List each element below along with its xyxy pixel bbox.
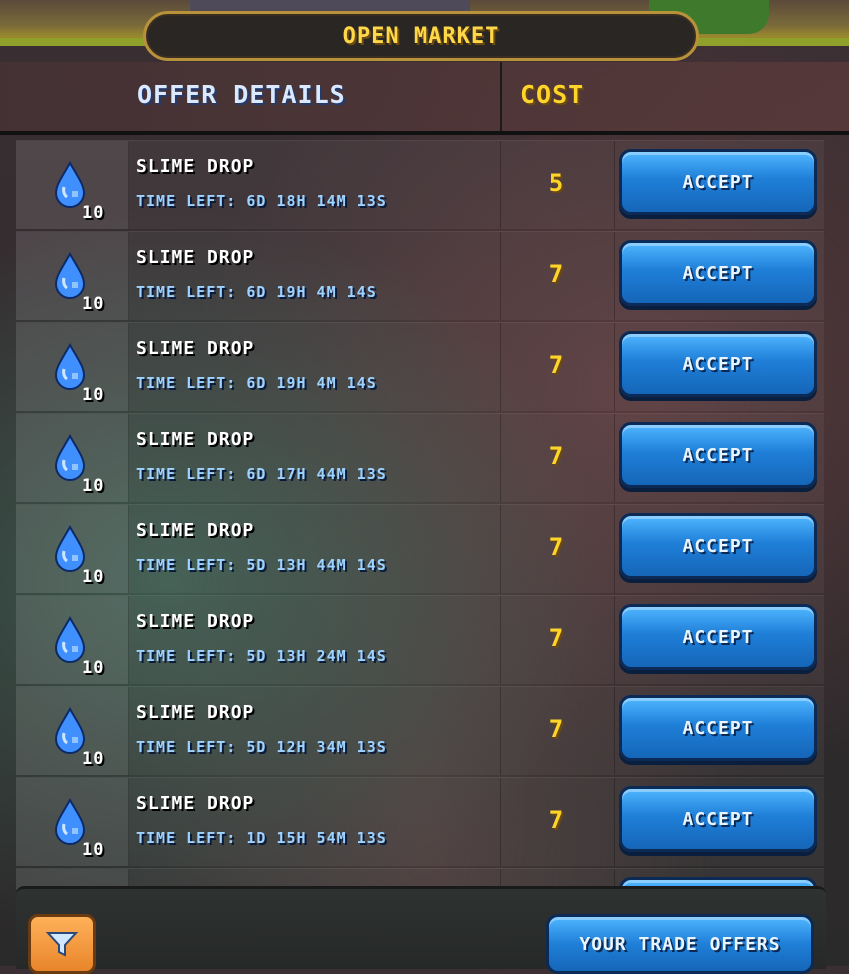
item-name: SLIME DROP <box>136 156 255 177</box>
accept-button[interactable]: ACCEPT <box>619 240 817 306</box>
item-quantity: 10 <box>82 749 105 769</box>
page-title: OPEN MARKET <box>342 23 500 49</box>
item-cost: 5 <box>548 169 565 197</box>
time-left: TIME LEFT: 6D 18H 14M 13S <box>136 192 387 210</box>
accept-label: ACCEPT <box>682 535 754 557</box>
item-name: SLIME DROP <box>136 793 255 814</box>
slime-drop-icon <box>54 252 86 299</box>
your-trade-offers-label: YOUR TRADE OFFERS <box>579 933 781 955</box>
item-name: SLIME DROP <box>136 247 255 268</box>
item-name: SLIME DROP <box>136 429 255 450</box>
accept-button[interactable]: ACCEPT <box>619 786 817 852</box>
slime-drop-icon <box>54 343 86 390</box>
item-cost: 7 <box>548 260 565 288</box>
item-icon-cell: 10 <box>16 687 129 775</box>
slime-drop-icon <box>54 798 86 845</box>
market-title-banner: OPEN MARKET <box>143 11 699 61</box>
filter-funnel-icon <box>45 932 79 957</box>
item-icon-cell: 10 <box>16 414 129 502</box>
slime-drop-icon <box>54 161 86 208</box>
accept-button[interactable]: ACCEPT <box>619 149 817 215</box>
accept-button[interactable]: ACCEPT <box>619 513 817 579</box>
accept-label: ACCEPT <box>682 444 754 466</box>
item-cost: 7 <box>548 624 565 652</box>
item-quantity: 10 <box>82 476 105 496</box>
slime-drop-icon <box>54 525 86 572</box>
item-name: SLIME DROP <box>136 520 255 541</box>
offer-row: 10 SLIME DROP TIME LEFT: 5D 13H 24M 14S … <box>16 595 824 684</box>
list-header: OFFER DETAILS COST <box>0 62 849 132</box>
item-icon-cell: 10 <box>16 141 129 229</box>
filter-button[interactable] <box>28 914 96 974</box>
accept-button[interactable]: ACCEPT <box>619 695 817 761</box>
slime-drop-icon <box>54 707 86 754</box>
offer-row: 10 SLIME DROP TIME LEFT: 6D 17H 44M 13S … <box>16 413 824 502</box>
time-left: TIME LEFT: 6D 19H 4M 14S <box>136 374 377 392</box>
cost-heading: COST <box>520 80 585 109</box>
offer-row: 10 SLIME DROP TIME LEFT: 6D 19H 4M 14S 7… <box>16 231 824 320</box>
item-name: SLIME DROP <box>136 611 255 632</box>
time-left: TIME LEFT: 6D 19H 4M 14S <box>136 283 377 301</box>
bottom-bar: YOUR TRADE OFFERS <box>16 886 826 974</box>
offer-list[interactable]: 10 SLIME DROP TIME LEFT: 6D 18H 14M 13S … <box>16 140 826 890</box>
item-quantity: 10 <box>82 385 105 405</box>
accept-button[interactable]: ACCEPT <box>619 604 817 670</box>
item-cost: 7 <box>548 442 565 470</box>
time-left: TIME LEFT: 1D 15H 54M 13S <box>136 829 387 847</box>
header-separator <box>0 131 849 135</box>
item-cost: 7 <box>548 715 565 743</box>
item-cost: 7 <box>548 351 565 379</box>
accept-button[interactable]: ACCEPT <box>619 331 817 397</box>
accept-label: ACCEPT <box>682 626 754 648</box>
item-icon-cell: 10 <box>16 596 129 684</box>
offer-row: 10 SLIME DROP TIME LEFT: 5D 12H 34M 13S … <box>16 686 824 775</box>
time-left: TIME LEFT: 5D 13H 24M 14S <box>136 647 387 665</box>
offer-row: 10 SLIME DROP TIME LEFT: 6D 18H 14M 13S … <box>16 140 824 229</box>
item-name: SLIME DROP <box>136 702 255 723</box>
accept-label: ACCEPT <box>682 171 754 193</box>
item-icon-cell: 10 <box>16 778 129 866</box>
offer-details-heading: OFFER DETAILS <box>137 80 346 109</box>
accept-label: ACCEPT <box>682 808 754 830</box>
item-icon-cell: 10 <box>16 323 129 411</box>
item-icon-cell: 10 <box>16 232 129 320</box>
time-left: TIME LEFT: 5D 12H 34M 13S <box>136 738 387 756</box>
item-cost: 7 <box>548 533 565 561</box>
offer-row: 10 SLIME DROP TIME LEFT: 1D 15H 54M 13S … <box>16 777 824 866</box>
offer-row: 10 SLIME DROP TIME LEFT: 6D 19H 4M 14S 7… <box>16 322 824 411</box>
slime-drop-icon <box>54 616 86 663</box>
item-quantity: 10 <box>82 658 105 678</box>
item-cost: 7 <box>548 806 565 834</box>
slime-drop-icon <box>54 434 86 481</box>
accept-button[interactable]: ACCEPT <box>619 422 817 488</box>
header-divider <box>500 62 502 132</box>
item-quantity: 10 <box>82 294 105 314</box>
your-trade-offers-button[interactable]: YOUR TRADE OFFERS <box>546 914 814 974</box>
item-icon-cell: 10 <box>16 505 129 593</box>
accept-label: ACCEPT <box>682 717 754 739</box>
accept-label: ACCEPT <box>682 353 754 375</box>
item-quantity: 10 <box>82 203 105 223</box>
item-quantity: 10 <box>82 567 105 587</box>
item-quantity: 10 <box>82 840 105 860</box>
time-left: TIME LEFT: 6D 17H 44M 13S <box>136 465 387 483</box>
offer-row: 10 SLIME DROP TIME LEFT: 5D 13H 44M 14S … <box>16 504 824 593</box>
time-left: TIME LEFT: 5D 13H 44M 14S <box>136 556 387 574</box>
accept-label: ACCEPT <box>682 262 754 284</box>
item-name: SLIME DROP <box>136 338 255 359</box>
